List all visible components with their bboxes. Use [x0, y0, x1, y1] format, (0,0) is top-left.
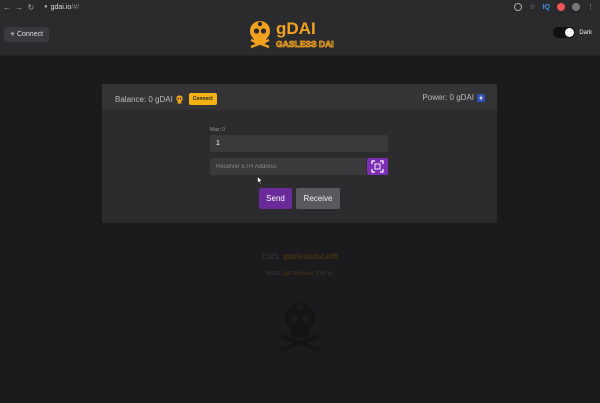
skull-icon — [176, 94, 183, 104]
qr-scan-button[interactable] — [367, 158, 388, 175]
card-header: Balance: 0 gDAI Connect Power: 0 gDAI — [102, 84, 497, 111]
back-icon[interactable]: ← — [2, 3, 12, 12]
ens-prefix: ENS: — [261, 252, 283, 261]
receive-button[interactable]: Receive — [296, 188, 340, 209]
balance-display: Balance: 0 gDAI Connect — [115, 93, 217, 105]
toggle-switch[interactable] — [553, 27, 576, 38]
lock-icon: ● — [44, 4, 48, 10]
connect-label: Connect — [16, 31, 44, 38]
ens-name-link[interactable]: gaslessdai.eth — [283, 252, 338, 261]
mouse-cursor-icon — [257, 176, 263, 184]
qr-scan-icon — [371, 160, 384, 173]
profile-avatar[interactable] — [572, 3, 580, 11]
dark-mode-toggle[interactable]: Dark — [553, 27, 592, 38]
extension-red-icon[interactable] — [557, 3, 565, 11]
menu-icon[interactable]: ⋮ — [587, 3, 594, 11]
footer-skull-logo — [280, 303, 320, 352]
iq-extension-icon[interactable]: IQ — [543, 4, 550, 11]
send-button[interactable]: Send — [259, 188, 292, 209]
sparkle-icon: ✳ — [9, 32, 15, 38]
balance-connect-button[interactable]: Connect — [188, 93, 217, 105]
receiver-address-input[interactable] — [210, 158, 366, 175]
app-header: ✳ Connect gDAI GASLESS DAI Dark — [0, 14, 600, 56]
url-path: /#/ — [71, 3, 80, 11]
amount-input[interactable] — [210, 135, 388, 152]
built-suffix: 2019 by — [313, 271, 333, 277]
connect-button[interactable]: ✳ Connect — [4, 27, 49, 42]
balance-label: Balance: 0 gDAI — [115, 94, 173, 104]
max-label: Max: 0 — [210, 127, 226, 133]
built-by-line: BUIDL @ETHBuidler 2019 by — [0, 271, 600, 277]
ens-line: ENS: gaslessdai.eth — [0, 252, 600, 261]
address-bar[interactable]: gdai.io/#/ — [51, 4, 79, 11]
url-host: gdai.io — [50, 3, 72, 11]
builder-handle-link[interactable]: @ETHBuidler — [283, 271, 314, 277]
power-display: Power: 0 gDAI — [422, 93, 485, 102]
star-icon[interactable]: ☆ — [529, 3, 535, 11]
toggle-knob — [565, 28, 575, 37]
power-label: Power: 0 gDAI — [422, 93, 474, 102]
lightning-icon — [477, 93, 485, 102]
logo-subtitle: GASLESS DAI — [276, 39, 334, 49]
browser-toolbar: ← → ↻ ● gdai.io/#/ ☆ IQ ⋮ — [0, 0, 600, 14]
gdai-logo: gDAI GASLESS DAI — [250, 19, 334, 49]
reload-icon[interactable]: ↻ — [26, 3, 36, 12]
logo-title: gDAI — [276, 19, 316, 38]
built-prefix: BUIDL — [267, 271, 284, 277]
extension-icon[interactable] — [514, 3, 523, 11]
dark-label: Dark — [579, 29, 592, 36]
forward-icon[interactable]: → — [14, 3, 24, 12]
transfer-card: Balance: 0 gDAI Connect Power: 0 gDAI Ma… — [102, 84, 497, 223]
